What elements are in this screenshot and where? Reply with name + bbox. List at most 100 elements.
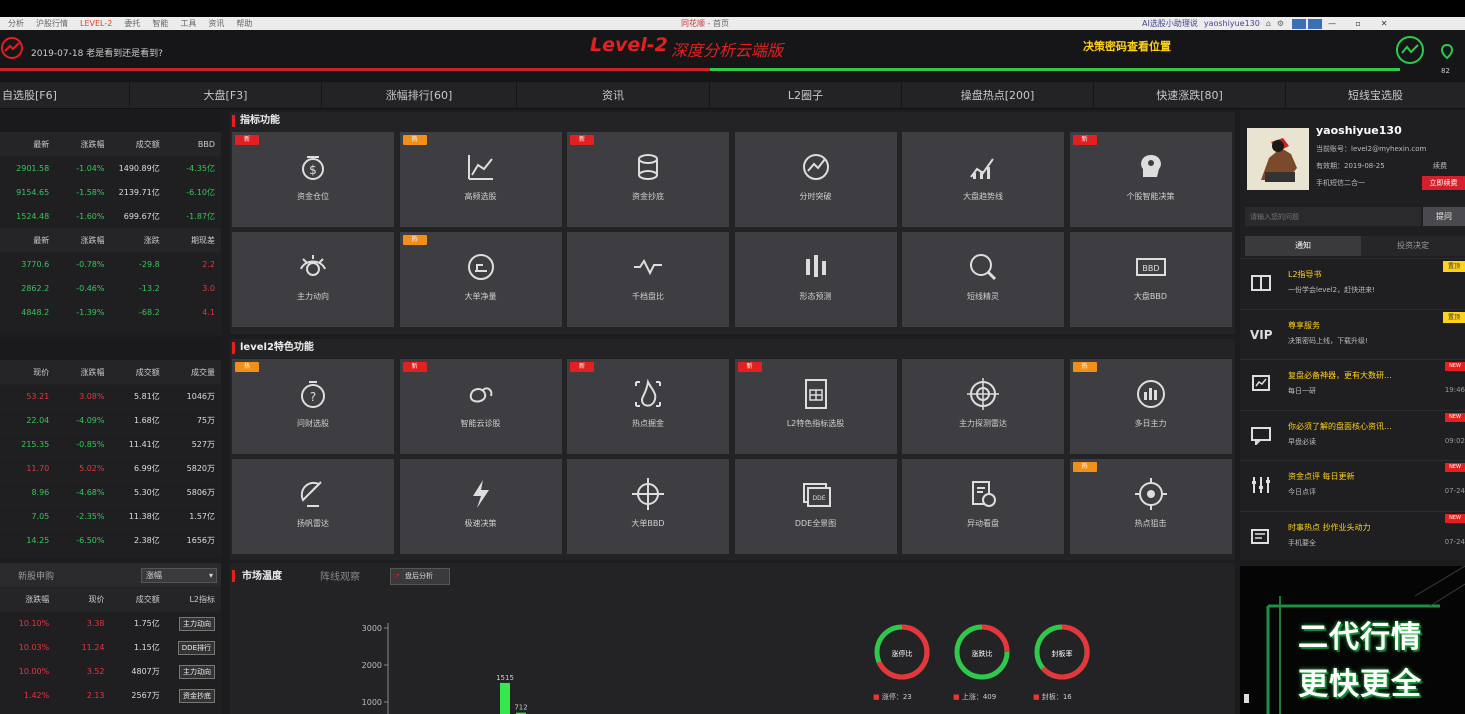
ring-label: 涨跌比: [971, 650, 993, 658]
indicator-button[interactable]: DDE排行: [177, 640, 215, 655]
tab-news[interactable]: 资讯: [517, 82, 710, 109]
menu-item[interactable]: 分析: [8, 18, 24, 29]
menu-item[interactable]: 委托: [124, 18, 140, 29]
notice-item[interactable]: 复盘必备神器，更有大数研... 每日一研 19:46 NEW: [1240, 359, 1465, 407]
table-row[interactable]: 14.25 -6.50% 2.38亿 1656万: [0, 528, 221, 552]
table-row[interactable]: 22.04 -4.09% 1.68亿 75万: [0, 408, 221, 432]
feature-tile[interactable]: 千档盘比: [567, 232, 729, 327]
tab-new-stock[interactable]: 新股申购: [18, 569, 54, 582]
notice-item[interactable]: 时事热点 抄作业头动力 手机要全 07-24 NEW: [1240, 510, 1465, 559]
notice-title: 你必须了解的盘面核心资讯...: [1288, 421, 1392, 431]
table-row[interactable]: 2862.2 -0.46% -13.2 3.0: [0, 276, 221, 300]
indicator-button[interactable]: 主力动向: [179, 616, 215, 631]
tab-fast-move[interactable]: 快速涨跌[80]: [1094, 82, 1286, 109]
feature-tile[interactable]: 热大单净量: [399, 232, 562, 327]
table-row[interactable]: 1.42% 2.13 2567万 资金抄底: [0, 683, 221, 707]
feature-tile[interactable]: 新热点掘金: [567, 359, 729, 454]
renew-button[interactable]: 立即续费: [1422, 176, 1465, 190]
indicator-button[interactable]: 资金抄底: [179, 688, 215, 703]
table-row[interactable]: 9154.65 -1.58% 2139.71亿 -6.10亿: [0, 180, 221, 204]
table-row[interactable]: 7.05 -2.35% 11.38亿 1.57亿: [0, 504, 221, 528]
section-title: level2特色功能: [230, 339, 314, 357]
menu-item[interactable]: 帮助: [236, 18, 252, 29]
table-row[interactable]: 8.96 -4.68% 5.30亿 5806万: [0, 480, 221, 504]
cell: -0.46%: [76, 284, 105, 293]
table-row[interactable]: 1524.48 -1.60% 699.67亿 -1.87亿: [0, 204, 221, 228]
close-button[interactable]: ✕: [1374, 19, 1394, 29]
assistant-link[interactable]: AI选股小助理说: [1142, 18, 1198, 29]
avatar[interactable]: [1247, 128, 1309, 190]
menu-item[interactable]: 资讯: [208, 18, 224, 29]
notice-item[interactable]: 资金点评 每日更新 今日点评 07-24 NEW: [1240, 460, 1465, 508]
notice-subtitle: 一份学会level2，赶快进来!: [1288, 286, 1375, 294]
feature-tile[interactable]: 分时突破: [734, 132, 897, 227]
feature-tile[interactable]: BBD 大盘BBD: [1069, 232, 1232, 327]
table-row[interactable]: 3770.6 -0.78% -29.8 2.2: [0, 252, 221, 276]
feature-tile[interactable]: DDE DDE全景图: [734, 459, 897, 554]
feature-tile[interactable]: 异动看盘: [902, 459, 1064, 554]
header-notice-link[interactable]: 决策密码查看位置: [1083, 38, 1171, 54]
tab-l2-circle[interactable]: L2圈子: [710, 82, 902, 109]
user-name[interactable]: yaoshiyue130: [1204, 19, 1260, 28]
window-layout-button[interactable]: [1292, 18, 1307, 29]
feature-tile[interactable]: 新 $ 资金仓位: [232, 132, 394, 227]
feature-tile[interactable]: 热多日主力: [1069, 359, 1232, 454]
tab-short-pick[interactable]: 短线宝选股: [1286, 82, 1465, 109]
feature-tile[interactable]: 新智能云诊股: [399, 359, 562, 454]
feature-tile[interactable]: 热热点狙击: [1069, 459, 1232, 554]
tab-market[interactable]: 大盘[F3]: [130, 82, 322, 109]
post-analysis-button[interactable]: ↗ 盘后分析: [390, 568, 450, 585]
cell: 11.24: [81, 643, 105, 652]
tab-watchlist[interactable]: 自选股[F6]: [0, 82, 130, 109]
sort-select[interactable]: 涨幅 ▾: [141, 567, 217, 583]
table-row[interactable]: 215.35 -0.85% 11.41亿 527万: [0, 432, 221, 456]
cell: 3.38: [86, 619, 105, 628]
feature-tile[interactable]: 新 L2特色指标选股: [734, 359, 897, 454]
table-row[interactable]: 10.00% 3.52 4807万 主力动向: [0, 659, 221, 683]
feature-tile[interactable]: 新资金抄底: [567, 132, 729, 227]
minimize-button[interactable]: —: [1322, 19, 1342, 29]
tab-market-temp[interactable]: 市场温度: [230, 567, 282, 585]
tile-label: 主力探测雷达: [959, 419, 1007, 428]
feature-tile[interactable]: 极速决策: [399, 459, 562, 554]
page-subtitle: 深度分析云端版: [671, 41, 784, 60]
feature-tile[interactable]: 大盘趋势线: [902, 132, 1064, 227]
menu-item[interactable]: 工具: [180, 18, 196, 29]
feature-tile[interactable]: 热? 问财选股: [232, 359, 394, 454]
tab-rank[interactable]: 涨幅排行[60]: [322, 82, 517, 109]
feature-tile[interactable]: 形态预测: [734, 232, 897, 327]
feature-tile[interactable]: 新个股智能决策: [1069, 132, 1232, 227]
table-row[interactable]: 10.03% 11.24 1.15亿 DDE排行: [0, 635, 221, 659]
menu-item[interactable]: 沪股行情: [36, 18, 68, 29]
feature-tile[interactable]: 扬帆雷达: [232, 459, 394, 554]
maximize-button[interactable]: ▫: [1348, 19, 1368, 29]
settings-icon[interactable]: ⚙: [1277, 19, 1284, 28]
window-layout-button[interactable]: [1308, 18, 1323, 29]
home-icon[interactable]: ⌂: [1266, 19, 1271, 28]
feature-tile[interactable]: 主力探测雷达: [902, 359, 1064, 454]
indicator-button[interactable]: 主力动向: [179, 664, 215, 679]
notice-item[interactable]: 你必须了解的盘面核心资讯... 早盘必读 09:02 NEW: [1240, 409, 1465, 458]
tab-notice[interactable]: 通知: [1245, 236, 1361, 256]
trend-circle-icon[interactable]: [1395, 35, 1425, 65]
tab-hotspot[interactable]: 操盘热点[200]: [902, 82, 1094, 109]
table-row[interactable]: 10.10% 3.38 1.75亿 主力动向: [0, 611, 221, 635]
menu-item[interactable]: 智能: [152, 18, 168, 29]
question-input[interactable]: [1245, 207, 1421, 226]
tab-front-watch[interactable]: 阵线观察: [320, 568, 360, 583]
feature-tile[interactable]: 热高频选股: [399, 132, 562, 227]
ad-banner[interactable]: 二代行情 更快更全: [1240, 566, 1465, 714]
table-row[interactable]: 4848.2 -1.39% -68.2 4.1: [0, 300, 221, 324]
location-pin-icon[interactable]: [1440, 44, 1454, 60]
table-row[interactable]: 2901.58 -1.04% 1490.89亿 -4.35亿: [0, 156, 221, 180]
notice-item[interactable]: VIP 尊享服务 决策密码上线，下载升级! 置顶: [1240, 308, 1465, 357]
table-row[interactable]: 53.21 3.08% 5.81亿 1046万: [0, 384, 221, 408]
notice-item[interactable]: L2指导书 一份学会level2，赶快进来! 置顶: [1240, 258, 1465, 306]
feature-tile[interactable]: 大单BBD: [567, 459, 729, 554]
menu-item[interactable]: LEVEL-2: [80, 19, 112, 28]
tab-invest[interactable]: 投资决定: [1361, 236, 1465, 256]
feature-tile[interactable]: 主力动向: [232, 232, 394, 327]
ask-button[interactable]: 提问: [1423, 207, 1465, 226]
table-row[interactable]: 11.70 5.02% 6.99亿 5820万: [0, 456, 221, 480]
feature-tile[interactable]: 短线精灵: [902, 232, 1064, 327]
